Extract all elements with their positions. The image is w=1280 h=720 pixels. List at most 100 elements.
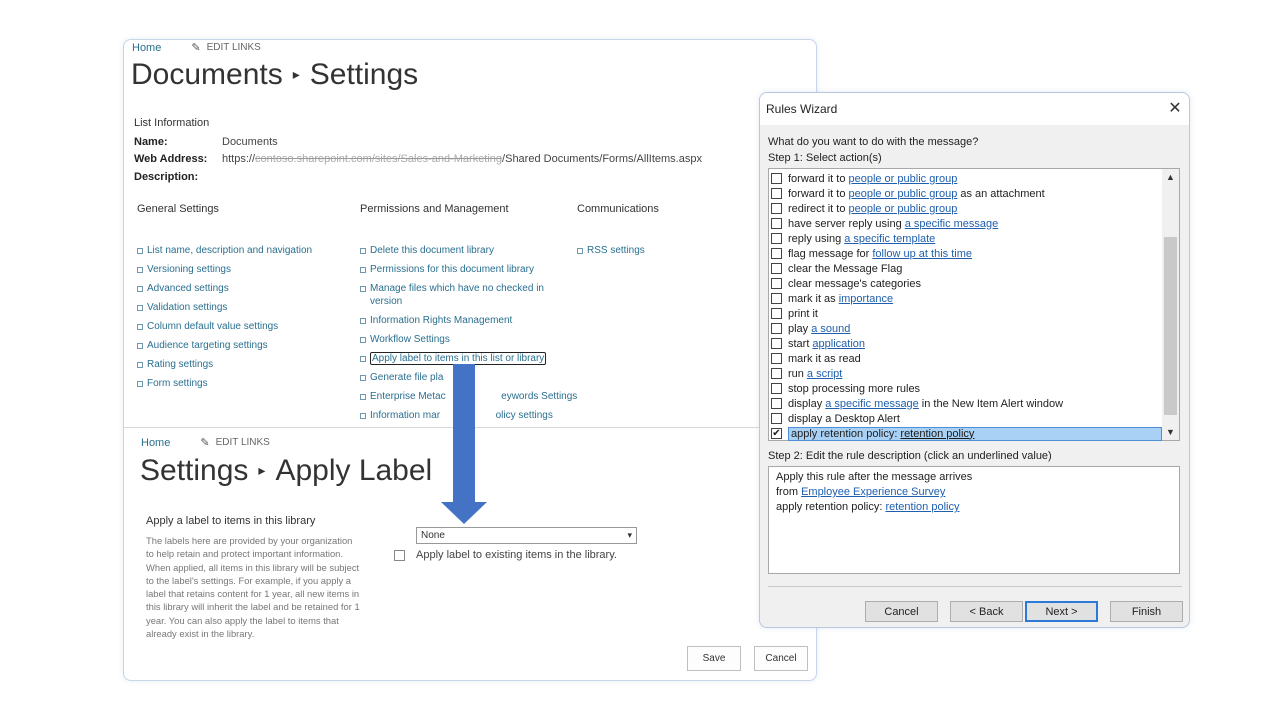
breadcrumb-documents[interactable]: Documents	[131, 58, 283, 91]
link-workflow-settings[interactable]: Workflow Settings	[360, 333, 560, 346]
back-button[interactable]: < Back	[950, 601, 1023, 622]
general-settings-list: List name, description and navigation Ve…	[137, 244, 347, 396]
action-item[interactable]: run a script	[771, 366, 1163, 381]
action-item[interactable]: start application	[771, 336, 1163, 351]
scrollbar-thumb[interactable]	[1164, 237, 1177, 415]
action-item[interactable]: play a sound	[771, 321, 1163, 336]
link-validation-settings[interactable]: Validation settings	[137, 301, 347, 314]
action-item[interactable]: have server reply using a specific messag…	[771, 216, 1163, 231]
apply-existing-checkbox[interactable]	[394, 550, 405, 561]
action-link[interactable]: a sound	[811, 323, 850, 335]
page-title: Documents ▸ Settings	[131, 58, 418, 92]
action-checkbox[interactable]	[771, 173, 782, 184]
action-checkbox[interactable]	[771, 293, 782, 304]
dialog-cancel-button[interactable]: Cancel	[865, 601, 938, 622]
action-item[interactable]: flag message for follow up at this time	[771, 246, 1163, 261]
from-sender-link[interactable]: Employee Experience Survey	[801, 486, 945, 498]
close-icon[interactable]: ✕	[1165, 99, 1185, 119]
link-permissions[interactable]: Permissions for this document library	[360, 263, 560, 276]
action-item[interactable]: print it	[771, 306, 1163, 321]
action-link[interactable]: people or public group	[848, 203, 957, 215]
action-link[interactable]: application	[812, 338, 865, 350]
home-link-bottom[interactable]: Home	[141, 437, 170, 449]
action-item[interactable]: display a Desktop Alert	[771, 411, 1163, 426]
name-value: Documents	[222, 136, 278, 148]
name-label: Name:	[134, 136, 168, 148]
home-link[interactable]: Home	[132, 42, 161, 54]
action-checkbox[interactable]	[771, 188, 782, 199]
action-checkbox[interactable]: ✔	[771, 428, 782, 439]
edit-links-button[interactable]: ✎ EDIT LINKS	[191, 41, 261, 54]
scroll-up-icon[interactable]: ▲	[1162, 169, 1179, 185]
edit-links-button-bottom[interactable]: ✎ EDIT LINKS	[200, 436, 270, 449]
pencil-icon: ✎	[191, 42, 201, 54]
action-text: start application	[788, 337, 865, 350]
retention-policy-link[interactable]: retention policy	[885, 501, 959, 513]
link-manage-checked-in[interactable]: Manage files which have no checked in ve…	[360, 282, 560, 308]
save-button[interactable]: Save	[687, 646, 741, 671]
breadcrumb-settings-link[interactable]: Settings	[140, 454, 248, 487]
action-link[interactable]: follow up at this time	[872, 248, 972, 260]
web-address-label: Web Address:	[134, 153, 208, 165]
action-link[interactable]: retention policy	[900, 428, 974, 440]
action-item[interactable]: redirect it to people or public group	[771, 201, 1163, 216]
breadcrumb-separator-icon: ▸	[292, 66, 300, 82]
next-button[interactable]: Next >	[1025, 601, 1098, 622]
link-advanced-settings[interactable]: Advanced settings	[137, 282, 347, 295]
link-rss-settings[interactable]: RSS settings	[577, 244, 727, 257]
action-checkbox[interactable]	[771, 278, 782, 289]
action-link[interactable]: a specific message	[825, 398, 919, 410]
actions-listbox[interactable]: forward it to people or public group forwa…	[768, 168, 1180, 441]
action-link[interactable]: people or public group	[848, 188, 957, 200]
action-item[interactable]: clear message's categories	[771, 276, 1163, 291]
link-form-settings[interactable]: Form settings	[137, 377, 347, 390]
action-text: apply retention policy: retention policy	[788, 426, 1162, 441]
cancel-button[interactable]: Cancel	[754, 646, 808, 671]
action-checkbox[interactable]	[771, 218, 782, 229]
action-checkbox[interactable]	[771, 413, 782, 424]
action-checkbox[interactable]	[771, 353, 782, 364]
link-list-name-description[interactable]: List name, description and navigation	[137, 244, 347, 257]
link-delete-library[interactable]: Delete this document library	[360, 244, 560, 257]
action-item[interactable]: mark it as read	[771, 351, 1163, 366]
action-link[interactable]: people or public group	[848, 173, 957, 185]
top-nav: Home ✎ EDIT LINKS	[132, 41, 261, 55]
action-item[interactable]: display a specific message in the New Item…	[771, 396, 1163, 411]
action-item[interactable]: forward it to people or public group as an…	[771, 186, 1163, 201]
action-item[interactable]: mark it as importance	[771, 291, 1163, 306]
link-versioning-settings[interactable]: Versioning settings	[137, 263, 347, 276]
action-checkbox[interactable]	[771, 233, 782, 244]
action-checkbox[interactable]	[771, 383, 782, 394]
link-rating-settings[interactable]: Rating settings	[137, 358, 347, 371]
action-item[interactable]: ✔ apply retention policy: retention policy	[771, 426, 1163, 441]
action-item[interactable]: clear the Message Flag	[771, 261, 1163, 276]
label-select[interactable]: None ▾	[416, 527, 637, 544]
action-item[interactable]: reply using a specific template	[771, 231, 1163, 246]
action-link[interactable]: importance	[839, 293, 893, 305]
action-link[interactable]: a script	[807, 368, 842, 380]
actions-scrollbar[interactable]: ▲ ▼	[1162, 169, 1179, 440]
redacted-url-part: ​contoso.sharepoint.com/sites/Sales-and-…	[255, 153, 503, 165]
action-link[interactable]: a specific template	[844, 233, 935, 245]
communications-list: RSS settings	[577, 244, 727, 263]
action-checkbox[interactable]	[771, 248, 782, 259]
action-item[interactable]: forward it to people or public group	[771, 171, 1163, 186]
action-checkbox[interactable]	[771, 398, 782, 409]
scroll-down-icon[interactable]: ▼	[1162, 424, 1179, 440]
action-text: mark it as read	[788, 352, 861, 365]
link-column-default-value-settings[interactable]: Column default value settings	[137, 320, 347, 333]
action-checkbox[interactable]	[771, 338, 782, 349]
action-checkbox[interactable]	[771, 203, 782, 214]
link-irm[interactable]: Information Rights Management	[360, 314, 560, 327]
list-information-heading: List Information	[134, 117, 210, 129]
finish-button[interactable]: Finish	[1110, 601, 1183, 622]
action-link[interactable]: a specific message	[905, 218, 999, 230]
action-checkbox[interactable]	[771, 308, 782, 319]
action-checkbox[interactable]	[771, 323, 782, 334]
action-item[interactable]: stop processing more rules	[771, 381, 1163, 396]
action-checkbox[interactable]	[771, 368, 782, 379]
link-audience-targeting-settings[interactable]: Audience targeting settings	[137, 339, 347, 352]
rule-desc-line-1: Apply this rule after the message arrive…	[776, 471, 973, 483]
web-address-value: https://​contoso.sharepoint.com/sites/Sa…	[222, 153, 702, 165]
action-checkbox[interactable]	[771, 263, 782, 274]
